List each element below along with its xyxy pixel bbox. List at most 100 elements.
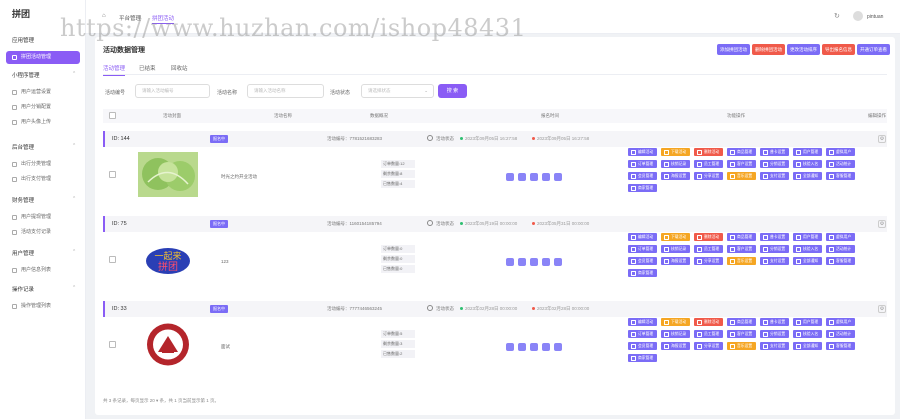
op-button[interactable]: 会员管理	[628, 172, 657, 180]
op-button[interactable]: 分销设置	[760, 160, 789, 168]
link-icon[interactable]	[530, 258, 538, 266]
link-icon[interactable]	[530, 343, 538, 351]
op-button[interactable]: 分享设置	[694, 172, 723, 180]
user-icon[interactable]	[518, 258, 526, 266]
op-button[interactable]: 编辑活动	[628, 233, 657, 241]
toolbar-button[interactable]: 删除拼团活动	[752, 44, 785, 55]
toolbar-button[interactable]: 添加拼团活动	[717, 44, 750, 55]
tab-recycle[interactable]: 回收站	[171, 64, 188, 72]
op-button[interactable]: 核销记录	[661, 245, 690, 253]
op-button[interactable]: 支付设置	[760, 172, 789, 180]
sidebar-item[interactable]: 出行支付管理	[6, 173, 80, 186]
op-button[interactable]: 订单管理	[628, 160, 657, 168]
op-button[interactable]: 海报设置	[661, 172, 690, 180]
op-button[interactable]: 普卡设置	[760, 318, 789, 326]
row-checkbox[interactable]	[109, 341, 116, 348]
breadcrumb-activity[interactable]: 拼团活动	[152, 14, 175, 24]
op-button[interactable]: 删除活动	[694, 318, 723, 326]
op-button[interactable]: 编辑活动	[628, 318, 657, 326]
sidebar-group[interactable]: 操作记录 ⌃	[12, 285, 76, 293]
refresh-icon[interactable]: ↻	[834, 12, 840, 20]
sidebar-item[interactable]: 用户头像上传	[6, 116, 80, 129]
sidebar-item[interactable]: 操作管理列表	[6, 300, 80, 313]
search-button[interactable]: 搜 索	[438, 84, 467, 98]
sidebar-item[interactable]: 用户信息列表	[6, 264, 80, 277]
gear-icon[interactable]: ⚙	[878, 220, 886, 228]
op-button[interactable]: 商家管理	[628, 184, 657, 192]
op-button[interactable]: 客户设置	[727, 160, 756, 168]
op-button[interactable]: 下载活动	[661, 148, 690, 156]
op-button[interactable]: 商家管理	[628, 269, 657, 277]
op-button[interactable]: 员工管理	[694, 160, 723, 168]
op-button[interactable]: 员工管理	[694, 245, 723, 253]
link-icon[interactable]	[530, 173, 538, 181]
op-button[interactable]: 活动统计	[826, 330, 855, 338]
op-button[interactable]: 编辑活动	[628, 148, 657, 156]
op-button[interactable]: 用户管理	[793, 148, 822, 156]
op-button[interactable]: 订单管理	[628, 330, 657, 338]
op-button[interactable]: 核验入名	[793, 245, 822, 253]
op-button[interactable]: 全部通知	[793, 172, 822, 180]
op-button[interactable]: 核销记录	[661, 330, 690, 338]
sidebar-group[interactable]: 财务管理 ⌃	[12, 196, 76, 204]
user-name[interactable]: pintuan	[867, 14, 883, 20]
op-button[interactable]: 客服管理	[826, 342, 855, 350]
sidebar-item[interactable]: 用户运营设置	[6, 86, 80, 99]
qr-icon[interactable]	[506, 258, 514, 266]
gear-icon[interactable]: ⚙	[878, 135, 886, 143]
op-button[interactable]: 分销设置	[760, 245, 789, 253]
op-button[interactable]: 会员管理	[628, 342, 657, 350]
gear-icon[interactable]: ⚙	[878, 305, 886, 313]
filter-id-input[interactable]: 请输入活动编号	[135, 84, 210, 98]
op-button[interactable]: 核验入名	[793, 330, 822, 338]
op-button[interactable]: 音乐设置	[727, 257, 756, 265]
op-button[interactable]: 用户管理	[793, 318, 822, 326]
op-button[interactable]: 订单管理	[628, 245, 657, 253]
row-checkbox[interactable]	[109, 256, 116, 263]
sidebar-item[interactable]: 活动支付记录	[6, 226, 80, 239]
share-icon[interactable]	[554, 343, 562, 351]
op-button[interactable]: 员工管理	[694, 330, 723, 338]
op-button[interactable]: 活动统计	[826, 245, 855, 253]
share-icon[interactable]	[554, 173, 562, 181]
op-button[interactable]: 客服管理	[826, 257, 855, 265]
op-button[interactable]: 商品管理	[727, 233, 756, 241]
op-button[interactable]: 分销设置	[760, 330, 789, 338]
user-icon[interactable]	[518, 343, 526, 351]
op-button[interactable]: 海报设置	[661, 257, 690, 265]
op-button[interactable]: 虚拟用户	[826, 318, 855, 326]
sidebar-item[interactable]: 拼团活动管理	[6, 51, 80, 64]
op-button[interactable]: 客户设置	[727, 245, 756, 253]
qr-icon[interactable]	[506, 173, 514, 181]
home-icon[interactable]: ⌂	[102, 13, 106, 19]
op-button[interactable]: 用户管理	[793, 233, 822, 241]
copy-icon[interactable]	[542, 258, 550, 266]
qr-icon[interactable]	[506, 343, 514, 351]
sidebar-group[interactable]: 后台管理 ⌃	[12, 143, 76, 151]
user-icon[interactable]	[518, 173, 526, 181]
tab-activity[interactable]: 活动管理	[103, 64, 126, 76]
op-button[interactable]: 分享设置	[694, 257, 723, 265]
row-checkbox[interactable]	[109, 171, 116, 178]
op-button[interactable]: 活动统计	[826, 160, 855, 168]
sidebar-item[interactable]: 用户分销配置	[6, 101, 80, 114]
op-button[interactable]: 普卡设置	[760, 233, 789, 241]
op-button[interactable]: 删除活动	[694, 148, 723, 156]
sidebar-group[interactable]: 用户管理 ⌃	[12, 249, 76, 257]
sidebar-group[interactable]: 应用管理	[12, 36, 34, 44]
op-button[interactable]: 海报设置	[661, 342, 690, 350]
filter-name-input[interactable]: 请输入活动名称	[247, 84, 324, 98]
sidebar-item[interactable]: 用户提现管理	[6, 211, 80, 224]
select-all-checkbox[interactable]	[109, 112, 116, 119]
op-button[interactable]: 核销记录	[661, 160, 690, 168]
op-button[interactable]: 下载活动	[661, 318, 690, 326]
op-button[interactable]: 支付设置	[760, 342, 789, 350]
toolbar-button[interactable]: 导出报名信息	[822, 44, 855, 55]
op-button[interactable]: 商家管理	[628, 354, 657, 362]
avatar[interactable]	[853, 11, 863, 21]
toolbar-button[interactable]: 开通订单查看	[857, 44, 890, 55]
sidebar-item[interactable]: 出行分类管理	[6, 158, 80, 171]
op-button[interactable]: 全部通知	[793, 342, 822, 350]
op-button[interactable]: 全部通知	[793, 257, 822, 265]
breadcrumb-platform[interactable]: 平台管理	[119, 14, 141, 22]
